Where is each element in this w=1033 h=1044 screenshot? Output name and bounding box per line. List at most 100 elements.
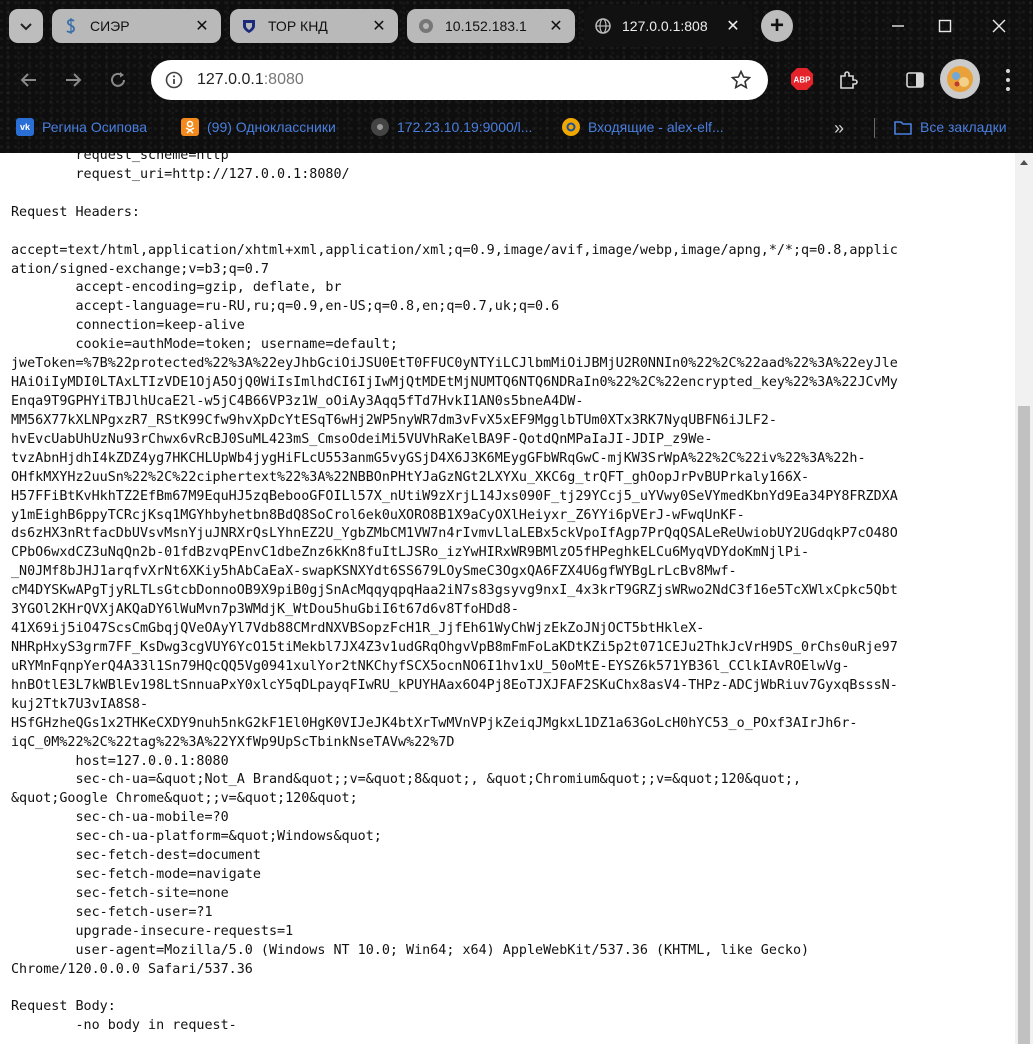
mail-icon: [562, 118, 580, 136]
content-line: iqC_0M%22%2C%22tag%22%3A%22YXfWp9UpScTbi…: [11, 734, 455, 750]
tab-title: 127.0.0.1:808: [622, 18, 708, 34]
adblock-extension-icon[interactable]: ABP: [790, 67, 814, 91]
maximize-button[interactable]: [933, 14, 957, 38]
content-line: sec-ch-ua-mobile=?0: [11, 810, 229, 826]
content-line: CPbO6wxdCZ3uNqQn2b-01fdBzvqPEnvC1dbeZnz6…: [11, 545, 810, 561]
content-line: 3YGOl2KHrQVXjAKQaDY6lWuMvn7p3WMdjK_WtDou…: [11, 602, 519, 618]
content-line: HAiOiIyMDI0LTAxLTIzVDE1OjA5OjQ0WiIsImlhd…: [11, 375, 898, 391]
browser-menu-button[interactable]: [996, 67, 1020, 93]
bookmark-ip-server[interactable]: 172.23.10.19:9000/l...: [371, 116, 532, 138]
content-line: [11, 223, 1011, 242]
content-line: [11, 980, 1011, 999]
chevron-down-icon: [20, 23, 32, 31]
tab-sier[interactable]: СИЭР ✕: [52, 9, 221, 43]
bookmark-inbox[interactable]: Входящие - alex-elf...: [562, 116, 724, 138]
content-line: uRYMnFqnpYerQ4A33l1Sn79HQcQQ5Vg0941xulYo…: [11, 658, 850, 674]
adblock-badge-text: ABP: [794, 76, 812, 85]
site-info-icon[interactable]: [163, 69, 185, 91]
content-line: y1mEighB6ppyTCRcjKsq1MGYhbyhetbn8BdQ8SoC…: [11, 507, 745, 523]
content-line: sec-fetch-mode=navigate: [11, 867, 261, 883]
content-line: 41X69ij5iO47ScsCmGbqjQVeOAyYl7Vdb88CMrdN…: [11, 621, 705, 637]
menu-dot: [1006, 77, 1010, 82]
close-icon: [992, 19, 1006, 33]
bookmark-label: Регина Осипова: [42, 119, 147, 135]
close-icon[interactable]: ✕: [193, 17, 211, 35]
content-line: kuj2Ttk7U3vIA8S8-: [11, 696, 149, 712]
tab-title: СИЭР: [90, 18, 130, 34]
reload-icon: [111, 72, 125, 87]
content-line: host=127.0.0.1:8080: [11, 753, 229, 769]
content-line: accept-encoding=gzip, deflate, br: [11, 280, 342, 296]
address-url: 127.0.0.1:8080: [197, 71, 304, 89]
content-line: request_uri=http://127.0.0.1:8080/: [11, 166, 350, 182]
bookmark-label: (99) Одноклассники: [207, 119, 336, 135]
profile-avatar[interactable]: [940, 59, 980, 99]
tab-search-button[interactable]: [9, 9, 43, 43]
bookmark-odnoklassniki[interactable]: (99) Одноклассники: [181, 116, 336, 138]
minimize-icon: [892, 25, 904, 27]
extensions-puzzle-icon[interactable]: [836, 68, 860, 92]
tab-localhost[interactable]: 127.0.0.1:808 ✕: [584, 5, 752, 47]
content-line: accept=text/html,application/xhtml+xml,a…: [11, 242, 898, 258]
globe-icon: [594, 17, 612, 35]
content-line: sec-fetch-user=?1: [11, 904, 213, 920]
content-line: -no body in request-: [11, 1018, 237, 1034]
maximize-icon: [938, 19, 952, 33]
back-button[interactable]: [17, 68, 41, 92]
close-icon[interactable]: ✕: [370, 17, 388, 35]
close-icon[interactable]: ✕: [724, 17, 742, 35]
content-line: NHRpHxyS3grm7FF_KsDwg3cgVUY6YcO15tiMekbl…: [11, 639, 898, 655]
content-line: MM56X77kXLNPgxzR7_RStK99Cfw9hvXpDcYtESqT…: [11, 412, 777, 428]
content-line: Enqa9T9GPHYiTBJlhUcaE2l-w5jC4B66VP3z1W_o…: [11, 393, 584, 409]
content-line: ds6zHX3nRtfacDbUVsvMsnYjuJNRXrQsLYhnEZ2U…: [11, 526, 898, 542]
menu-dot: [1006, 69, 1010, 74]
bookmarks-overflow-chevron-icon[interactable]: »: [834, 118, 844, 139]
content-line: cookie=authMode=token; username=default;: [11, 337, 398, 353]
content-line: connection=keep-alive: [11, 318, 245, 334]
arrow-left-icon: [20, 73, 36, 87]
avatar-icon: [947, 66, 973, 92]
minimize-button[interactable]: [886, 14, 910, 38]
page-viewport: request_scheme=http request_uri=http://1…: [0, 153, 1033, 1044]
scroll-up-arrow-icon[interactable]: [1015, 153, 1033, 170]
address-bar[interactable]: 127.0.0.1:8080: [151, 60, 768, 100]
content-line: sec-ch-ua=&quot;Not_A Brand&quot;;v=&quo…: [11, 772, 802, 788]
address-port: :8080: [263, 71, 304, 88]
close-icon[interactable]: ✕: [547, 17, 565, 35]
bookmark-label: Входящие - alex-elf...: [588, 119, 724, 135]
tab-tor-knd[interactable]: ТОР КНД ✕: [230, 9, 398, 43]
side-panel-icon[interactable]: [903, 68, 927, 92]
content-line: HSfGHzheQGs1x2THKeCXDY9nuh5nkG2kF1El0HgK…: [11, 715, 858, 731]
globe-icon: [417, 17, 435, 35]
all-bookmarks-folder[interactable]: Все закладки: [894, 116, 1007, 138]
content-line: OHfkMXYHz2uuSn%22%2C%22ciphertext%22%3A%…: [11, 469, 810, 485]
close-window-button[interactable]: [987, 14, 1011, 38]
tab-title: 10.152.183.1: [445, 18, 527, 34]
scrollbar-thumb[interactable]: [1018, 406, 1030, 1044]
new-tab-button[interactable]: +: [761, 10, 793, 42]
bookmarks-bar: vk Регина Осипова (99) Одноклассники 172…: [0, 110, 1033, 144]
globe-icon: [371, 118, 389, 136]
bookmark-label: 172.23.10.19:9000/l...: [397, 119, 533, 135]
reload-button[interactable]: [106, 68, 130, 92]
content-line: &quot;Google Chrome&quot;;v=&quot;120&qu…: [11, 791, 358, 807]
content-line: Request Headers:: [11, 204, 140, 220]
toolbar: 127.0.0.1:8080 ABP: [0, 52, 1033, 108]
request-dump: request_scheme=http request_uri=http://1…: [11, 153, 1011, 1036]
tab-ip-address[interactable]: 10.152.183.1 ✕: [407, 9, 575, 43]
bookmark-vk[interactable]: vk Регина Осипова: [16, 116, 147, 138]
plus-icon: +: [769, 12, 784, 39]
content-line: request_scheme=http: [11, 153, 229, 163]
content-line: sec-fetch-dest=document: [11, 848, 261, 864]
vertical-scrollbar[interactable]: [1015, 153, 1033, 1044]
content-line: accept-language=ru-RU,ru;q=0.9,en-US;q=0…: [11, 299, 560, 315]
content-line: tvzAbnHjdhI4kZDZ4yg7HKCHLUpWb4jygHiFLcU5…: [11, 450, 866, 466]
content-line: _N0JMf8bJHJ1arqfvXrNt6XKiy5hAbCaEaX-swap…: [11, 564, 737, 580]
folder-icon: [894, 118, 912, 136]
content-line: hnBOtlE3L7kWBlEv198LtSnnuaPxY0xlcY5qDLpa…: [11, 677, 898, 693]
forward-button[interactable]: [61, 68, 85, 92]
content-line: Request Body:: [11, 999, 116, 1015]
bookmark-star-icon[interactable]: [730, 69, 752, 91]
content-line: jweToken=%7B%22protected%22%3A%22eyJhbGc…: [11, 356, 898, 372]
tab-strip: СИЭР ✕ ТОР КНД ✕ 10.152.183.1 ✕ 127.0.0.…: [0, 0, 1033, 52]
